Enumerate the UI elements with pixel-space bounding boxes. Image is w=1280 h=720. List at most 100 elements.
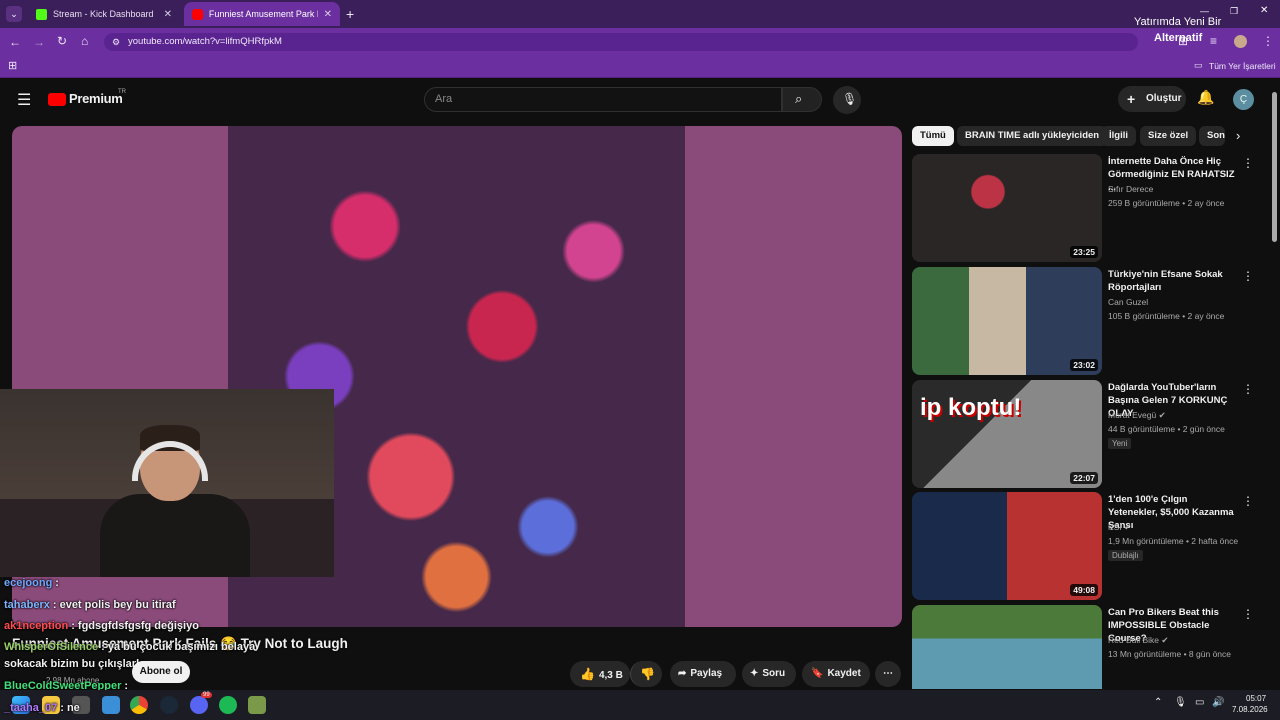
overlay-ad-text-2: Alternatif [1154, 32, 1203, 44]
spotify-icon[interactable] [219, 696, 237, 714]
kebab-menu-icon[interactable]: ⋮ [1242, 607, 1254, 621]
verified-icon: ✔ [1158, 410, 1166, 420]
recommendation-item[interactable]: 23:25 İnternette Daha Önce Hiç Görmediği… [912, 154, 1268, 262]
streamer-webcam [0, 389, 334, 577]
rec-title: Türkiye'nin Efsane Sokak Röportajları [1108, 269, 1223, 293]
rec-channel[interactable]: Can Guzel [1108, 297, 1148, 307]
more-horizontal-icon: ⋯ [883, 668, 893, 679]
folder-icon: ▭ [1194, 60, 1203, 70]
maximize-button[interactable]: ❐ [1230, 6, 1238, 17]
paint-icon[interactable] [102, 696, 120, 714]
clock-time[interactable]: 05:07 [1246, 694, 1266, 703]
kick-icon [36, 8, 47, 20]
recommendation-item[interactable]: 49:08 1'den 100'e Çılgın Yetenekler, $5,… [912, 492, 1268, 600]
notifications-bell-icon[interactable]: 🔔 [1197, 89, 1214, 106]
rec-meta: 259 B görüntüleme • 2 ay önce [1108, 198, 1225, 208]
search-input[interactable]: Ara [424, 87, 782, 112]
apps-grid-icon[interactable]: ⊞ [8, 59, 17, 72]
discord-icon[interactable] [190, 696, 208, 714]
youtube-icon [192, 8, 203, 20]
new-badge: Yeni [1108, 438, 1132, 449]
youtube-logo-icon[interactable] [48, 93, 66, 106]
recommendation-item[interactable]: Can Pro Bikers Beat this IMPOSSIBLE Obst… [912, 605, 1268, 689]
share-label: Paylaş [690, 668, 723, 679]
chat-message: WhisperOfSilence: ya bu çocuk başımızı b… [4, 641, 256, 653]
all-bookmarks-link[interactable]: Tüm Yer İşaretleri [1209, 61, 1276, 71]
volume-icon[interactable]: 🔊 [1212, 697, 1224, 708]
profile-avatar-icon[interactable] [1234, 35, 1247, 48]
microphone-tray-icon[interactable]: 🎙 [1174, 697, 1187, 708]
close-tab-icon[interactable]: ✕ [324, 9, 332, 20]
page-scrollbar[interactable] [1272, 92, 1277, 242]
minimize-button[interactable]: — [1200, 6, 1209, 16]
share-icon: ➦ [678, 668, 687, 679]
hamburger-menu-icon[interactable]: ☰ [17, 90, 31, 110]
display-tray-icon[interactable]: ▭ [1195, 697, 1204, 708]
address-bar[interactable]: ⚙ youtube.com/watch?v=lifmQHRfpkM [104, 33, 1138, 51]
create-button[interactable]: + Oluştur [1118, 86, 1186, 112]
sparkle-icon: ✦ [750, 668, 759, 679]
bookmark-icon: 🔖 [811, 668, 824, 679]
thumbs-up-icon: 👍 [580, 667, 595, 681]
recommendation-item[interactable]: 23:02 Türkiye'nin Efsane Sokak Röportajl… [912, 267, 1268, 375]
more-actions-button[interactable]: ⋯ [875, 661, 901, 687]
forward-icon[interactable]: → [33, 35, 45, 49]
rec-channel[interactable]: Murat Evegü ✔ [1108, 410, 1166, 421]
video-thumbnail[interactable]: 23:25 [912, 154, 1102, 262]
ask-button[interactable]: ✦ Soru [742, 661, 796, 687]
duration-badge: 49:08 [1070, 584, 1098, 596]
filter-chip-uploader[interactable]: BRAIN TIME adlı yükleyiciden [957, 126, 1108, 146]
thumbnail-text: ip koptu! [920, 394, 1022, 421]
close-tab-icon[interactable]: ✕ [164, 9, 172, 20]
like-count: 4,3 B [598, 670, 623, 681]
search-icon: ⌕ [795, 91, 803, 106]
country-badge: TR [118, 89, 126, 95]
like-button[interactable]: 👍 4,3 B [570, 661, 630, 687]
steam-icon[interactable] [160, 696, 178, 714]
tray-chevron-icon[interactable]: ⌃ [1154, 697, 1162, 708]
rec-meta: 13 Mn görüntüleme • 8 gün önce [1108, 649, 1232, 659]
video-thumbnail[interactable] [912, 605, 1102, 689]
rec-channel[interactable]: KSI ✔ [1108, 522, 1131, 533]
close-window-button[interactable]: ✕ [1260, 5, 1268, 16]
microphone-icon: 🎙 [842, 92, 858, 106]
browser-menu-icon[interactable]: ⋮ [1262, 34, 1274, 48]
plus-icon: + [1127, 91, 1136, 107]
chrome-icon[interactable] [130, 696, 148, 714]
search-button[interactable]: ⌕ [782, 87, 822, 112]
rec-meta: 1,9 Mn görüntüleme • 2 hafta önce [1108, 536, 1239, 546]
account-avatar[interactable]: Ç [1233, 89, 1254, 110]
tab-list-button[interactable]: ⌄ [6, 6, 22, 22]
video-thumbnail[interactable]: ip koptu! 22:07 [912, 380, 1102, 488]
clock-date[interactable]: 7.08.2026 [1232, 705, 1268, 714]
video-thumbnail[interactable]: 23:02 [912, 267, 1102, 375]
tab-kick-dashboard[interactable]: Stream - Kick Dashboard ✕ [28, 2, 180, 26]
filter-chip-all[interactable]: Tümü [912, 126, 954, 146]
chevron-right-icon[interactable]: › [1236, 128, 1240, 143]
home-icon[interactable]: ⌂ [81, 34, 88, 48]
subscribe-button[interactable]: Abone ol [132, 661, 190, 683]
new-tab-button[interactable]: + [346, 6, 354, 22]
reload-icon[interactable]: ↻ [57, 34, 67, 48]
kebab-menu-icon[interactable]: ⋮ [1242, 269, 1254, 283]
filter-chip-recent[interactable]: Son [1199, 126, 1225, 146]
kebab-menu-icon[interactable]: ⋮ [1242, 382, 1254, 396]
back-icon[interactable]: ← [9, 35, 21, 49]
kebab-menu-icon[interactable]: ⋮ [1242, 494, 1254, 508]
site-info-icon[interactable]: ⚙ [112, 33, 120, 51]
filter-chip-for-you[interactable]: Size özel [1140, 126, 1197, 146]
save-button[interactable]: 🔖 Kaydet [802, 661, 870, 687]
duration-badge: 23:02 [1070, 359, 1098, 371]
tab-youtube-video[interactable]: Funniest Amusement Park Fails ✕ [184, 2, 340, 26]
rec-channel[interactable]: Sıfır Derece [1108, 184, 1153, 194]
kebab-menu-icon[interactable]: ⋮ [1242, 156, 1254, 170]
recommendation-item[interactable]: ip koptu! 22:07 Dağlarda YouTuber'ların … [912, 380, 1268, 488]
filter-chip-related[interactable]: İlgili [1101, 126, 1136, 146]
rec-channel[interactable]: Red Bull Bike ✔ [1108, 635, 1169, 646]
reading-list-icon[interactable]: ≡ [1210, 34, 1217, 48]
dislike-button[interactable]: 👎 [630, 661, 662, 687]
share-button[interactable]: ➦ Paylaş [670, 661, 736, 687]
game-icon[interactable] [248, 696, 266, 714]
video-thumbnail[interactable]: 49:08 [912, 492, 1102, 600]
bookmarks-bar: ⊞ ▭ Tüm Yer İşaretleri [0, 56, 1280, 78]
